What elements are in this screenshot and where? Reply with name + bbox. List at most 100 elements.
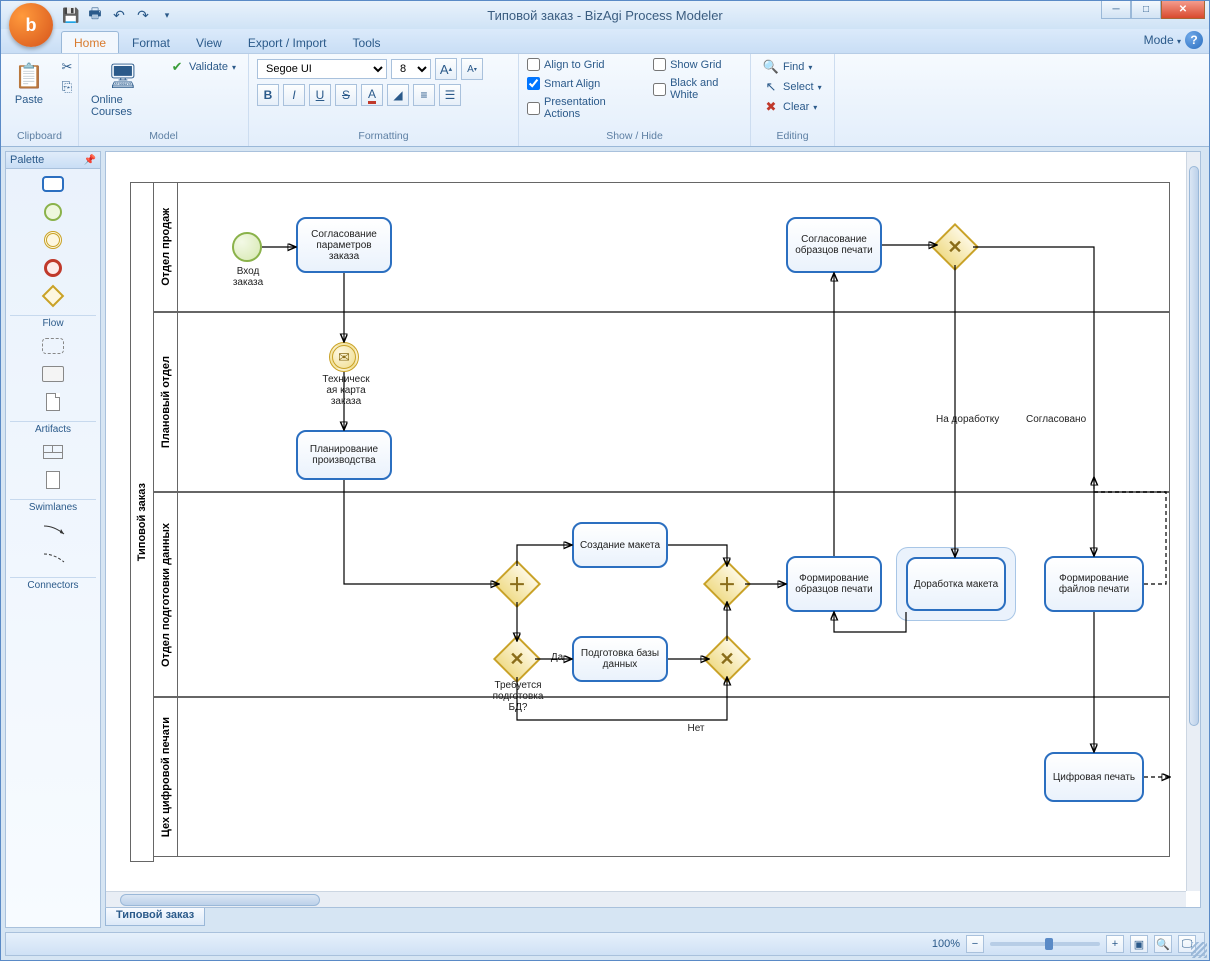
label-yes: Да: [542, 652, 572, 663]
task-form-samples[interactable]: Формирование образцов печати: [786, 556, 882, 612]
pal-section-artifacts: Artifacts: [10, 421, 96, 435]
task-rework-layout[interactable]: Доработка макета: [906, 557, 1006, 611]
fillcolor-button[interactable]: ◢: [387, 84, 409, 106]
online-courses-button[interactable]: 🖥 Online Courses: [87, 58, 159, 120]
fontsize-select[interactable]: 8: [391, 59, 431, 79]
task-digital-print[interactable]: Цифровая печать: [1044, 752, 1144, 802]
statusbar: 100% − + ▣ 🔍 🖵: [5, 932, 1205, 956]
grow-font-button[interactable]: A▴: [435, 58, 457, 80]
label-agreed: Согласовано: [1026, 414, 1106, 425]
tab-format[interactable]: Format: [119, 31, 183, 53]
smart-align-check[interactable]: Smart Align: [527, 77, 635, 90]
check-icon: ✔: [169, 59, 185, 75]
pal-subprocess[interactable]: [40, 335, 66, 357]
help-icon[interactable]: ?: [1185, 31, 1203, 49]
sheet-tab[interactable]: Типовой заказ: [105, 908, 205, 926]
label-no: Нет: [666, 723, 726, 734]
qat-dropdown-icon[interactable]: ▾: [157, 5, 177, 25]
pool-title[interactable]: Типовой заказ: [130, 182, 154, 862]
label-bd-question: Требуется подготовка БД?: [478, 680, 558, 713]
fit-page-button[interactable]: ▣: [1130, 935, 1148, 953]
app-menu-orb[interactable]: b: [9, 3, 53, 47]
italic-button[interactable]: I: [283, 84, 305, 106]
zoom-slider[interactable]: [990, 942, 1100, 946]
pal-sequence-flow[interactable]: [40, 519, 66, 541]
zoom-out-button[interactable]: −: [966, 935, 984, 953]
horizontal-scrollbar[interactable]: [106, 891, 1186, 907]
fontcolor-button[interactable]: A: [361, 84, 383, 106]
task-plan-production[interactable]: Планирование производства: [296, 430, 392, 480]
redo-icon[interactable]: ↷: [133, 5, 153, 25]
pal-annotation[interactable]: [40, 469, 66, 491]
print-icon[interactable]: 🖶: [85, 5, 105, 25]
pin-icon[interactable]: 📌: [84, 155, 96, 166]
find-button[interactable]: 🔍Find ▾: [759, 58, 826, 76]
resize-grip[interactable]: [1191, 942, 1207, 958]
zoom-region-button[interactable]: 🔍: [1154, 935, 1172, 953]
pal-task[interactable]: [40, 173, 66, 195]
pal-dataobject[interactable]: [40, 391, 66, 413]
task-agree-samples[interactable]: Согласование образцов печати: [786, 217, 882, 273]
close-button[interactable]: ✕: [1161, 1, 1205, 19]
binoculars-icon: 🔍: [763, 59, 779, 75]
quick-access-toolbar: 💾 🖶 ↶ ↷ ▾: [61, 5, 177, 25]
pal-section-flow: Flow: [10, 315, 96, 329]
maximize-button[interactable]: □: [1131, 1, 1161, 19]
underline-button[interactable]: U: [309, 84, 331, 106]
tab-tools[interactable]: Tools: [340, 31, 394, 53]
tab-view[interactable]: View: [183, 31, 235, 53]
pal-message-flow[interactable]: [40, 547, 66, 569]
bucket-icon: ◢: [393, 88, 402, 102]
tab-home[interactable]: Home: [61, 31, 119, 53]
valign-button[interactable]: ☰: [439, 84, 461, 106]
select-button[interactable]: ↖Select ▾: [759, 78, 826, 96]
pal-gateway[interactable]: [40, 285, 66, 307]
font-select[interactable]: Segoe UI: [257, 59, 387, 79]
align-button[interactable]: ≡: [413, 84, 435, 106]
lane-4[interactable]: Цех цифровой печати: [154, 697, 1170, 857]
paste-button[interactable]: 📋 Paste: [9, 58, 49, 108]
pal-intermediate-event[interactable]: [40, 229, 66, 251]
shrink-font-button[interactable]: A▾: [461, 58, 483, 80]
group-model: 🖥 Online Courses ✔Validate ▾ Model: [79, 54, 249, 146]
copy-button[interactable]: ⎘: [55, 78, 79, 96]
clear-button[interactable]: ✖Clear ▾: [759, 98, 826, 116]
pal-start-event[interactable]: [40, 201, 66, 223]
presentation-check[interactable]: Presentation Actions: [527, 96, 635, 120]
vertical-scrollbar[interactable]: [1186, 152, 1200, 891]
validate-button[interactable]: ✔Validate ▾: [165, 58, 240, 76]
task-create-layout[interactable]: Создание макета: [572, 522, 668, 568]
group-formatting: Segoe UI 8 A▴ A▾ B I U S A ◢ ≡ ☰ Formatt…: [249, 54, 519, 146]
cut-button[interactable]: ✂: [55, 58, 79, 76]
pal-callactivity[interactable]: [40, 363, 66, 385]
cut-icon: ✂: [59, 59, 75, 75]
ribbon: 📋 Paste ✂ ⎘ Clipboard 🖥 Online Courses ✔…: [1, 53, 1209, 147]
paste-icon: 📋: [13, 60, 45, 92]
strike-button[interactable]: S: [335, 84, 357, 106]
window-controls: ─ □ ✕: [1101, 1, 1205, 19]
x-icon: ✖: [763, 99, 779, 115]
pal-group-box[interactable]: [40, 441, 66, 463]
pal-section-connectors: Connectors: [10, 577, 96, 591]
palette-title: Palette 📌: [6, 152, 100, 169]
task-prepare-db[interactable]: Подготовка базы данных: [572, 636, 668, 682]
save-icon[interactable]: 💾: [61, 5, 81, 25]
zoom-in-button[interactable]: +: [1106, 935, 1124, 953]
task-form-print-files[interactable]: Формирование файлов печати: [1044, 556, 1144, 612]
task-agree-params[interactable]: Согласование параметров заказа: [296, 217, 392, 273]
align-grid-check[interactable]: Align to Grid: [527, 58, 635, 71]
pal-end-event[interactable]: [40, 257, 66, 279]
intermediate-message-event[interactable]: ✉: [329, 342, 359, 372]
minimize-button[interactable]: ─: [1101, 1, 1131, 19]
show-grid-check[interactable]: Show Grid: [653, 58, 742, 71]
bold-button[interactable]: B: [257, 84, 279, 106]
bpmn-canvas[interactable]: Типовой заказ Основной процесс Отдел про…: [106, 152, 1186, 892]
bw-check[interactable]: Black and White: [653, 77, 742, 101]
zoom-label: 100%: [932, 938, 960, 950]
mode-menu[interactable]: Mode ▾: [1144, 33, 1181, 47]
start-event[interactable]: [232, 232, 262, 262]
titlebar: b 💾 🖶 ↶ ↷ ▾ Типовой заказ - BizAgi Proce…: [1, 1, 1209, 29]
tab-export[interactable]: Export / Import: [235, 31, 340, 53]
undo-icon[interactable]: ↶: [109, 5, 129, 25]
canvas-scroll[interactable]: Типовой заказ Основной процесс Отдел про…: [106, 152, 1200, 907]
